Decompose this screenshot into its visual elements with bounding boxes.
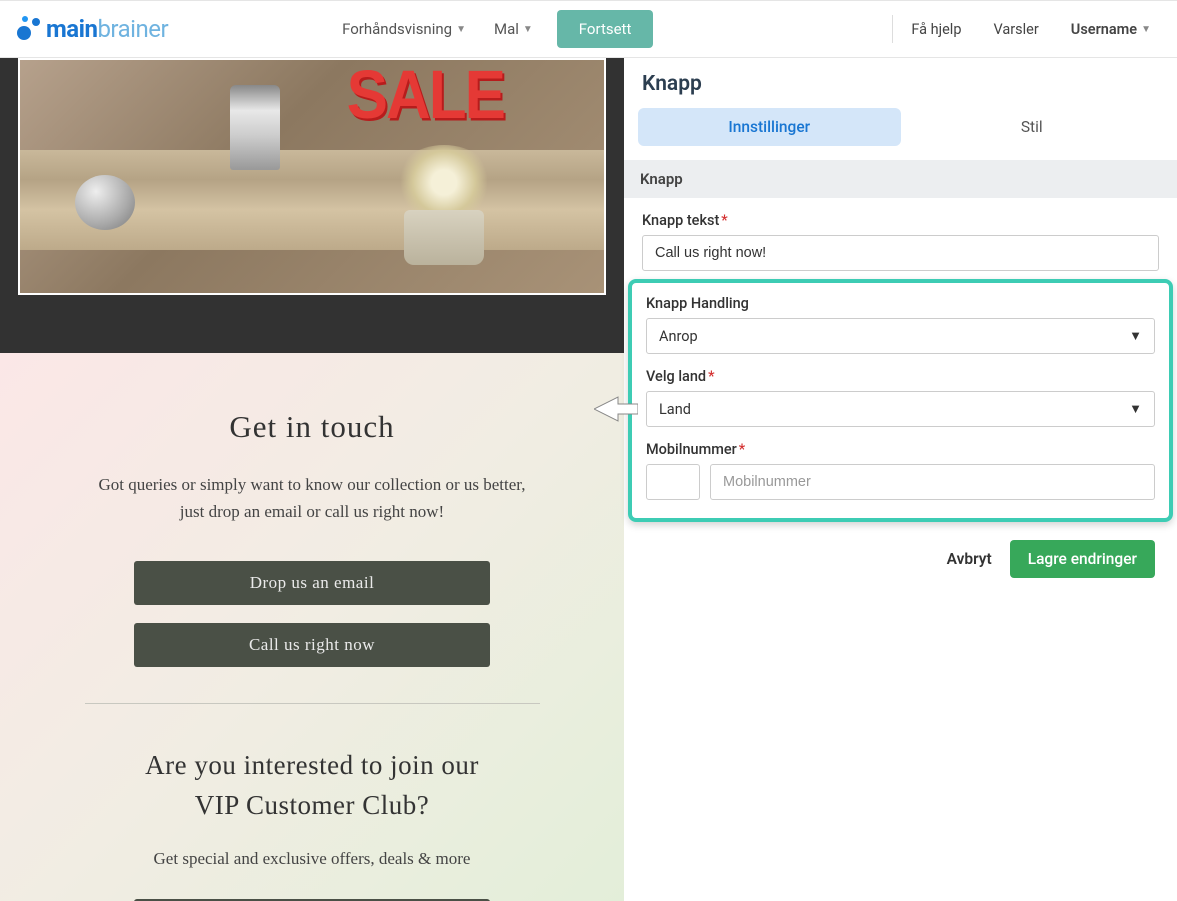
panel-title: Knapp xyxy=(624,58,1177,108)
hero-image: SALE xyxy=(18,58,606,295)
nav-preview-label: Forhåndsvisning xyxy=(342,20,452,38)
logo-text: mainbrainer xyxy=(46,15,168,43)
divider xyxy=(85,703,540,704)
tab-style[interactable]: Stil xyxy=(901,108,1164,146)
chevron-down-icon: ▼ xyxy=(1141,24,1151,35)
callout-arrow-icon xyxy=(594,395,638,423)
nav-preview[interactable]: Forhåndsvisning ▼ xyxy=(328,12,480,46)
sale-text: SALE xyxy=(347,58,504,135)
action-highlight-box: Knapp Handling Anrop ▼ Velg land* Land ▼… xyxy=(628,279,1173,522)
username-label: Username xyxy=(1071,21,1137,38)
settings-panel: Knapp Innstillinger Stil Knapp Knapp tek… xyxy=(624,58,1177,901)
vip-paragraph: Get special and exclusive offers, deals … xyxy=(0,849,624,869)
top-nav: Forhåndsvisning ▼ Mal ▼ Fortsett xyxy=(328,10,653,48)
mobile-label: Mobilnummer* xyxy=(646,441,1155,458)
country-label: Velg land* xyxy=(646,368,1155,385)
contact-title: Get in touch xyxy=(0,409,624,445)
nav-template-label: Mal xyxy=(494,20,519,38)
continue-button[interactable]: Fortsett xyxy=(557,10,654,48)
mobile-prefix-input[interactable] xyxy=(646,464,700,500)
mobile-row xyxy=(646,464,1155,500)
save-button[interactable]: Lagre endringer xyxy=(1010,540,1155,578)
user-menu[interactable]: Username ▼ xyxy=(1055,13,1167,46)
action-select[interactable]: Anrop ▼ xyxy=(646,318,1155,354)
button-text-input[interactable] xyxy=(642,235,1159,271)
button-text-label: Knapp tekst* xyxy=(642,212,1159,229)
action-label: Knapp Handling xyxy=(646,295,1155,312)
vip-title: Are you interested to join our VIP Custo… xyxy=(0,746,624,824)
country-select-value: Land xyxy=(659,401,691,418)
logo-icon xyxy=(10,14,42,44)
mobile-number-input[interactable] xyxy=(710,464,1155,500)
top-bar: mainbrainer Forhåndsvisning ▼ Mal ▼ Fort… xyxy=(0,0,1177,58)
logo[interactable]: mainbrainer xyxy=(10,14,168,44)
country-select[interactable]: Land ▼ xyxy=(646,391,1155,427)
nav-template[interactable]: Mal ▼ xyxy=(480,12,547,46)
action-select-value: Anrop xyxy=(659,328,698,345)
separator xyxy=(892,15,893,43)
alerts-link[interactable]: Varsler xyxy=(977,13,1054,46)
panel-tabs: Innstillinger Stil xyxy=(624,108,1177,146)
panel-actions: Avbryt Lagre endringer xyxy=(624,522,1177,578)
chevron-down-icon: ▼ xyxy=(523,24,533,35)
top-right: Få hjelp Varsler Username ▼ xyxy=(890,13,1167,46)
call-button[interactable]: Call us right now xyxy=(134,623,490,667)
preview-canvas: SALE Get in touch Got queries or simply … xyxy=(0,58,624,901)
chevron-down-icon: ▼ xyxy=(1129,401,1142,417)
contact-paragraph: Got queries or simply want to know our c… xyxy=(0,471,624,525)
help-link[interactable]: Få hjelp xyxy=(895,13,977,46)
tab-settings[interactable]: Innstillinger xyxy=(638,108,901,146)
contact-section: Get in touch Got queries or simply want … xyxy=(0,353,624,901)
section-subheader: Knapp xyxy=(624,160,1177,198)
chevron-down-icon: ▼ xyxy=(1129,328,1142,344)
chevron-down-icon: ▼ xyxy=(456,24,466,35)
cancel-button[interactable]: Avbryt xyxy=(947,550,992,568)
button-text-field: Knapp tekst* xyxy=(624,198,1177,271)
email-button[interactable]: Drop us an email xyxy=(134,561,490,605)
